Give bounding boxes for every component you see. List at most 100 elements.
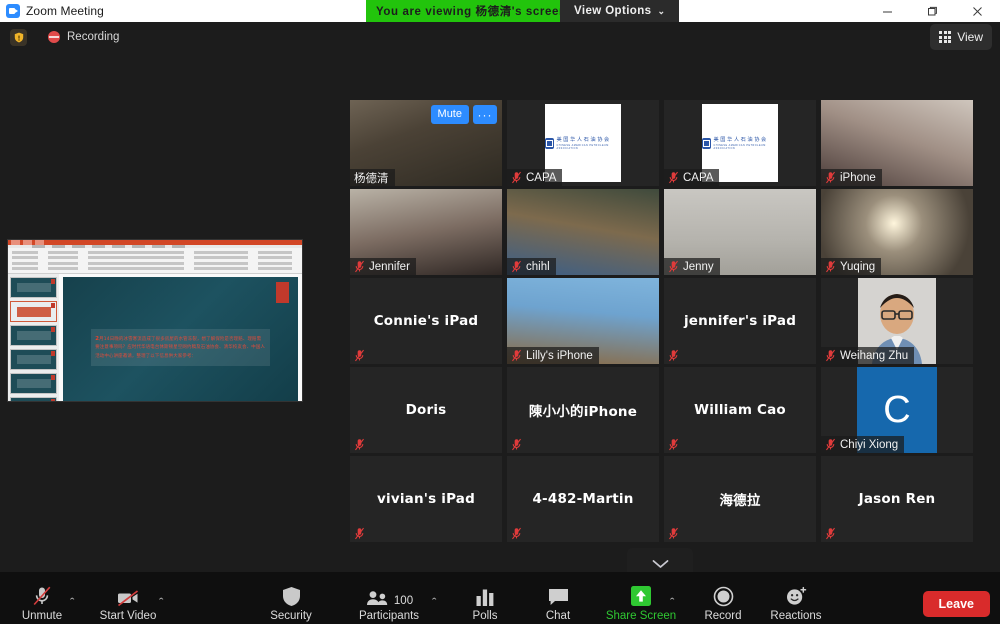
ppt-thumbnail[interactable] — [10, 397, 57, 401]
grid-view-icon — [939, 31, 952, 43]
ppt-slide-thumbnails[interactable] — [8, 274, 59, 401]
screen-share-banner: You are viewing 杨德清's screen — [366, 0, 577, 22]
shared-screen-region[interactable]: 2月14日晚的冰雪寒流造成了很多房屋的水管冻裂，想了解保险是否理赔、理赔需要注意… — [0, 52, 345, 572]
participant-tile[interactable]: William Cao — [664, 367, 816, 453]
participant-name: Doris — [405, 402, 447, 418]
participant-tile[interactable]: Connie's iPad — [350, 278, 502, 364]
recording-indicator[interactable]: Recording — [48, 31, 119, 43]
participant-tile[interactable]: 海德拉 — [664, 456, 816, 542]
participant-tile[interactable]: jennifer's iPad — [664, 278, 816, 364]
window-controls — [865, 0, 1000, 22]
slide-body-text: 2月14日晚的冰雪寒流造成了很多房屋的水管冻裂，想了解保险是否理赔、理赔需要注意… — [91, 329, 270, 366]
participant-name: CAPA — [526, 171, 557, 184]
mic-off-icon — [512, 349, 521, 362]
video-options-caret[interactable]: ⌃ — [157, 597, 165, 606]
participants-count: 100 — [393, 595, 414, 607]
reactions-button[interactable]: Reactions — [757, 585, 835, 622]
view-options-label: View Options — [574, 5, 652, 17]
participants-options-caret[interactable]: ⌃ — [430, 597, 438, 606]
participant-tile[interactable]: 陳小小的iPhone — [507, 367, 659, 453]
participant-tile[interactable]: 4-482-Martin — [507, 456, 659, 542]
participant-tile[interactable]: Yuqing — [821, 189, 973, 275]
mic-off-icon — [512, 527, 521, 540]
share-options-caret[interactable]: ⌃ — [668, 597, 676, 606]
mic-off-icon — [512, 260, 521, 273]
leave-meeting-button[interactable]: Leave — [922, 591, 990, 617]
mic-off-icon — [355, 527, 364, 540]
participant-tile[interactable]: 美国华人石油协会 CHINESE AMERICAN PETROLEUM ASSO… — [664, 100, 816, 186]
participant-nameplate: CAPA — [664, 169, 720, 186]
participant-tile[interactable]: iPhone — [821, 100, 973, 186]
ppt-thumbnail[interactable] — [10, 349, 57, 370]
participant-nameplate: CAPA — [507, 169, 563, 186]
participant-tile[interactable]: 美国华人石油协会 CHINESE AMERICAN PETROLEUM ASSO… — [507, 100, 659, 186]
chat-button[interactable]: Chat — [519, 585, 597, 622]
zoom-logo-icon — [6, 4, 20, 18]
participant-name: William Cao — [694, 402, 786, 418]
participant-nameplate: Jenny — [664, 258, 720, 275]
participant-tile[interactable]: 杨德清 Mute ··· — [350, 100, 502, 186]
participants-button[interactable]: 100 Participants — [350, 585, 428, 622]
participant-tile[interactable]: Jenny — [664, 189, 816, 275]
recording-label: Recording — [67, 31, 120, 43]
people-icon: 100 — [365, 585, 413, 607]
participant-name: vivian's iPad — [377, 491, 475, 507]
participant-tile[interactable]: C Chiyi Xiong — [821, 367, 973, 453]
participant-name: Jenny — [683, 260, 714, 273]
shared-powerpoint-window: 2月14日晚的冰雪寒流造成了很多房屋的水管冻裂，想了解保险是否理赔、理赔需要注意… — [7, 239, 303, 402]
start-video-button[interactable]: Start Video — [89, 585, 167, 622]
ppt-thumbnail[interactable] — [10, 325, 57, 346]
security-button[interactable]: Security — [252, 585, 330, 622]
smiley-plus-icon — [785, 585, 807, 607]
participant-mic-status — [664, 347, 685, 364]
participant-nameplate: 杨德清 — [350, 169, 395, 186]
participant-tile[interactable]: Jason Ren — [821, 456, 973, 542]
mic-off-icon — [826, 349, 835, 362]
screen-share-banner-text: You are viewing 杨德清's screen — [376, 6, 567, 18]
more-options-button[interactable]: ··· — [473, 105, 497, 124]
ppt-thumbnail-selected[interactable] — [10, 301, 57, 322]
participant-name: 海德拉 — [719, 493, 761, 509]
shield-icon[interactable] — [10, 28, 27, 46]
polls-button[interactable]: Polls — [446, 585, 524, 622]
mic-off-icon — [826, 260, 835, 273]
participant-tile[interactable]: Doris — [350, 367, 502, 453]
participant-tile[interactable]: chihl — [507, 189, 659, 275]
participant-tile[interactable]: Lilly's iPhone — [507, 278, 659, 364]
capa-logo-icon — [545, 137, 555, 149]
reactions-label: Reactions — [770, 610, 822, 622]
participant-name: Jason Ren — [858, 491, 936, 507]
zoom-meeting-window: Zoom Meeting You are viewing 杨德清's scree… — [0, 0, 1000, 624]
security-label: Security — [270, 610, 312, 622]
meeting-status-bar: Recording — [0, 22, 1000, 52]
app-identity: Zoom Meeting — [0, 4, 104, 18]
participant-tile[interactable]: vivian's iPad — [350, 456, 502, 542]
mic-off-icon — [669, 171, 678, 184]
ppt-thumbnail[interactable] — [10, 373, 57, 394]
mic-off-icon — [826, 438, 835, 451]
minimize-button[interactable] — [865, 0, 910, 22]
mic-off-icon — [512, 171, 521, 184]
participant-tile[interactable]: Weihang Zhu — [821, 278, 973, 364]
view-options-button[interactable]: View Options ⌄ — [560, 0, 680, 22]
meeting-toolbar: Unmute ⌃ Start Video ⌃ Security 100 Part… — [0, 572, 1000, 624]
bar-chart-icon — [475, 585, 495, 607]
ppt-thumbnail[interactable] — [10, 277, 57, 298]
participant-mic-status — [507, 525, 528, 542]
video-off-icon — [116, 585, 140, 607]
close-button[interactable] — [955, 0, 1000, 22]
mic-off-icon — [31, 585, 53, 607]
record-button[interactable]: Record — [684, 585, 762, 622]
participant-nameplate: chihl — [507, 258, 556, 275]
window-title: Zoom Meeting — [26, 4, 104, 18]
view-layout-button[interactable]: View — [930, 24, 992, 50]
participant-tile[interactable]: Jennifer — [350, 189, 502, 275]
mute-participant-button[interactable]: Mute — [430, 105, 469, 124]
maximize-button[interactable] — [910, 0, 955, 22]
audio-options-caret[interactable]: ⌃ — [68, 597, 76, 606]
mic-off-icon — [512, 438, 521, 451]
participant-name: Connie's iPad — [373, 313, 479, 329]
ppt-ribbon-body — [8, 248, 302, 274]
participant-mic-status — [350, 436, 371, 453]
participant-name: Chiyi Xiong — [840, 438, 899, 451]
